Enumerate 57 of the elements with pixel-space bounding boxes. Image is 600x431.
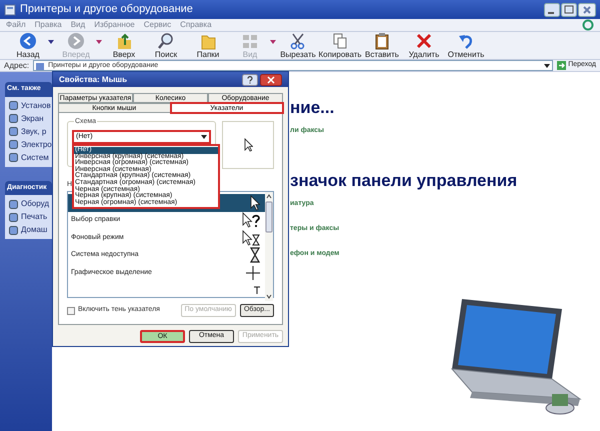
text-cursor-icon	[254, 286, 260, 294]
dropdown-arrow-icon	[544, 64, 550, 68]
busy-cursor-icon	[242, 230, 260, 246]
delete-icon	[415, 32, 433, 50]
toolbar-button[interactable]: Папки	[188, 32, 228, 59]
task-link[interactable]: Систем	[21, 152, 49, 164]
toolbar-button[interactable]: Вверх	[104, 32, 144, 59]
maximize-icon	[561, 2, 577, 16]
toolbar-button[interactable]: Поиск	[146, 32, 186, 59]
menu-item[interactable]: Справка	[180, 19, 212, 31]
hourglass-icon	[250, 247, 260, 264]
dialog-title: Свойства: Мышь	[59, 74, 128, 86]
close-icon	[578, 2, 596, 16]
task-link[interactable]: Печать	[21, 211, 48, 223]
logo-icon	[582, 19, 594, 31]
toolbar-button[interactable]: Вырезать	[278, 32, 318, 59]
view-grid-icon	[241, 32, 259, 50]
menu-item[interactable]: Сервис	[144, 19, 172, 31]
dropdown-arrow-icon	[270, 40, 276, 44]
section-heading: значок панели управления	[290, 171, 518, 191]
task-link[interactable]: Установ	[21, 100, 51, 112]
toolbar-button[interactable]: Отменить	[446, 32, 486, 59]
toolbar-button[interactable]: Назад	[8, 32, 54, 59]
close-icon	[260, 74, 282, 86]
section-heading: ние...	[290, 98, 336, 118]
search-icon	[157, 32, 175, 50]
window-icon	[4, 4, 16, 16]
task-link[interactable]: Домаш	[21, 224, 48, 236]
task-link[interactable]: Экран	[21, 112, 44, 124]
copy-icon	[331, 32, 349, 50]
clipboard-icon	[373, 32, 391, 50]
help-icon	[242, 74, 258, 86]
toolbar-button[interactable]: Удалить	[404, 32, 444, 59]
checkbox[interactable]	[67, 306, 75, 314]
toolbar-button[interactable]: Копировать	[320, 32, 360, 59]
toolbar-button[interactable]: Вставить	[362, 32, 402, 59]
crosshair-icon	[246, 266, 260, 280]
window-title: Принтеры и другое оборудование	[20, 2, 194, 18]
task-link[interactable]: Оборуд	[21, 198, 50, 210]
folder-up-icon	[115, 32, 133, 50]
help-cursor-icon	[242, 212, 260, 228]
arrow-cursor-icon	[244, 138, 253, 152]
dropdown-arrow-icon	[201, 135, 208, 139]
scissors-icon	[289, 32, 307, 50]
go-arrow-icon	[557, 61, 566, 70]
dropdown-arrow-icon	[96, 40, 102, 44]
menu-item[interactable]: Вид	[70, 19, 86, 31]
address-label: Адрес:	[4, 60, 30, 72]
task-link[interactable]: Электро	[21, 138, 52, 150]
menu-item[interactable]: Избранное	[94, 19, 135, 31]
folder-icon	[36, 62, 44, 70]
task-link[interactable]: Звук, р	[21, 126, 46, 138]
dropdown-arrow-icon	[48, 40, 54, 44]
menu-item[interactable]: Файл	[6, 19, 26, 31]
arrow-cursor-icon	[250, 194, 260, 211]
minimize-icon	[544, 2, 560, 16]
undo-icon	[457, 32, 475, 50]
